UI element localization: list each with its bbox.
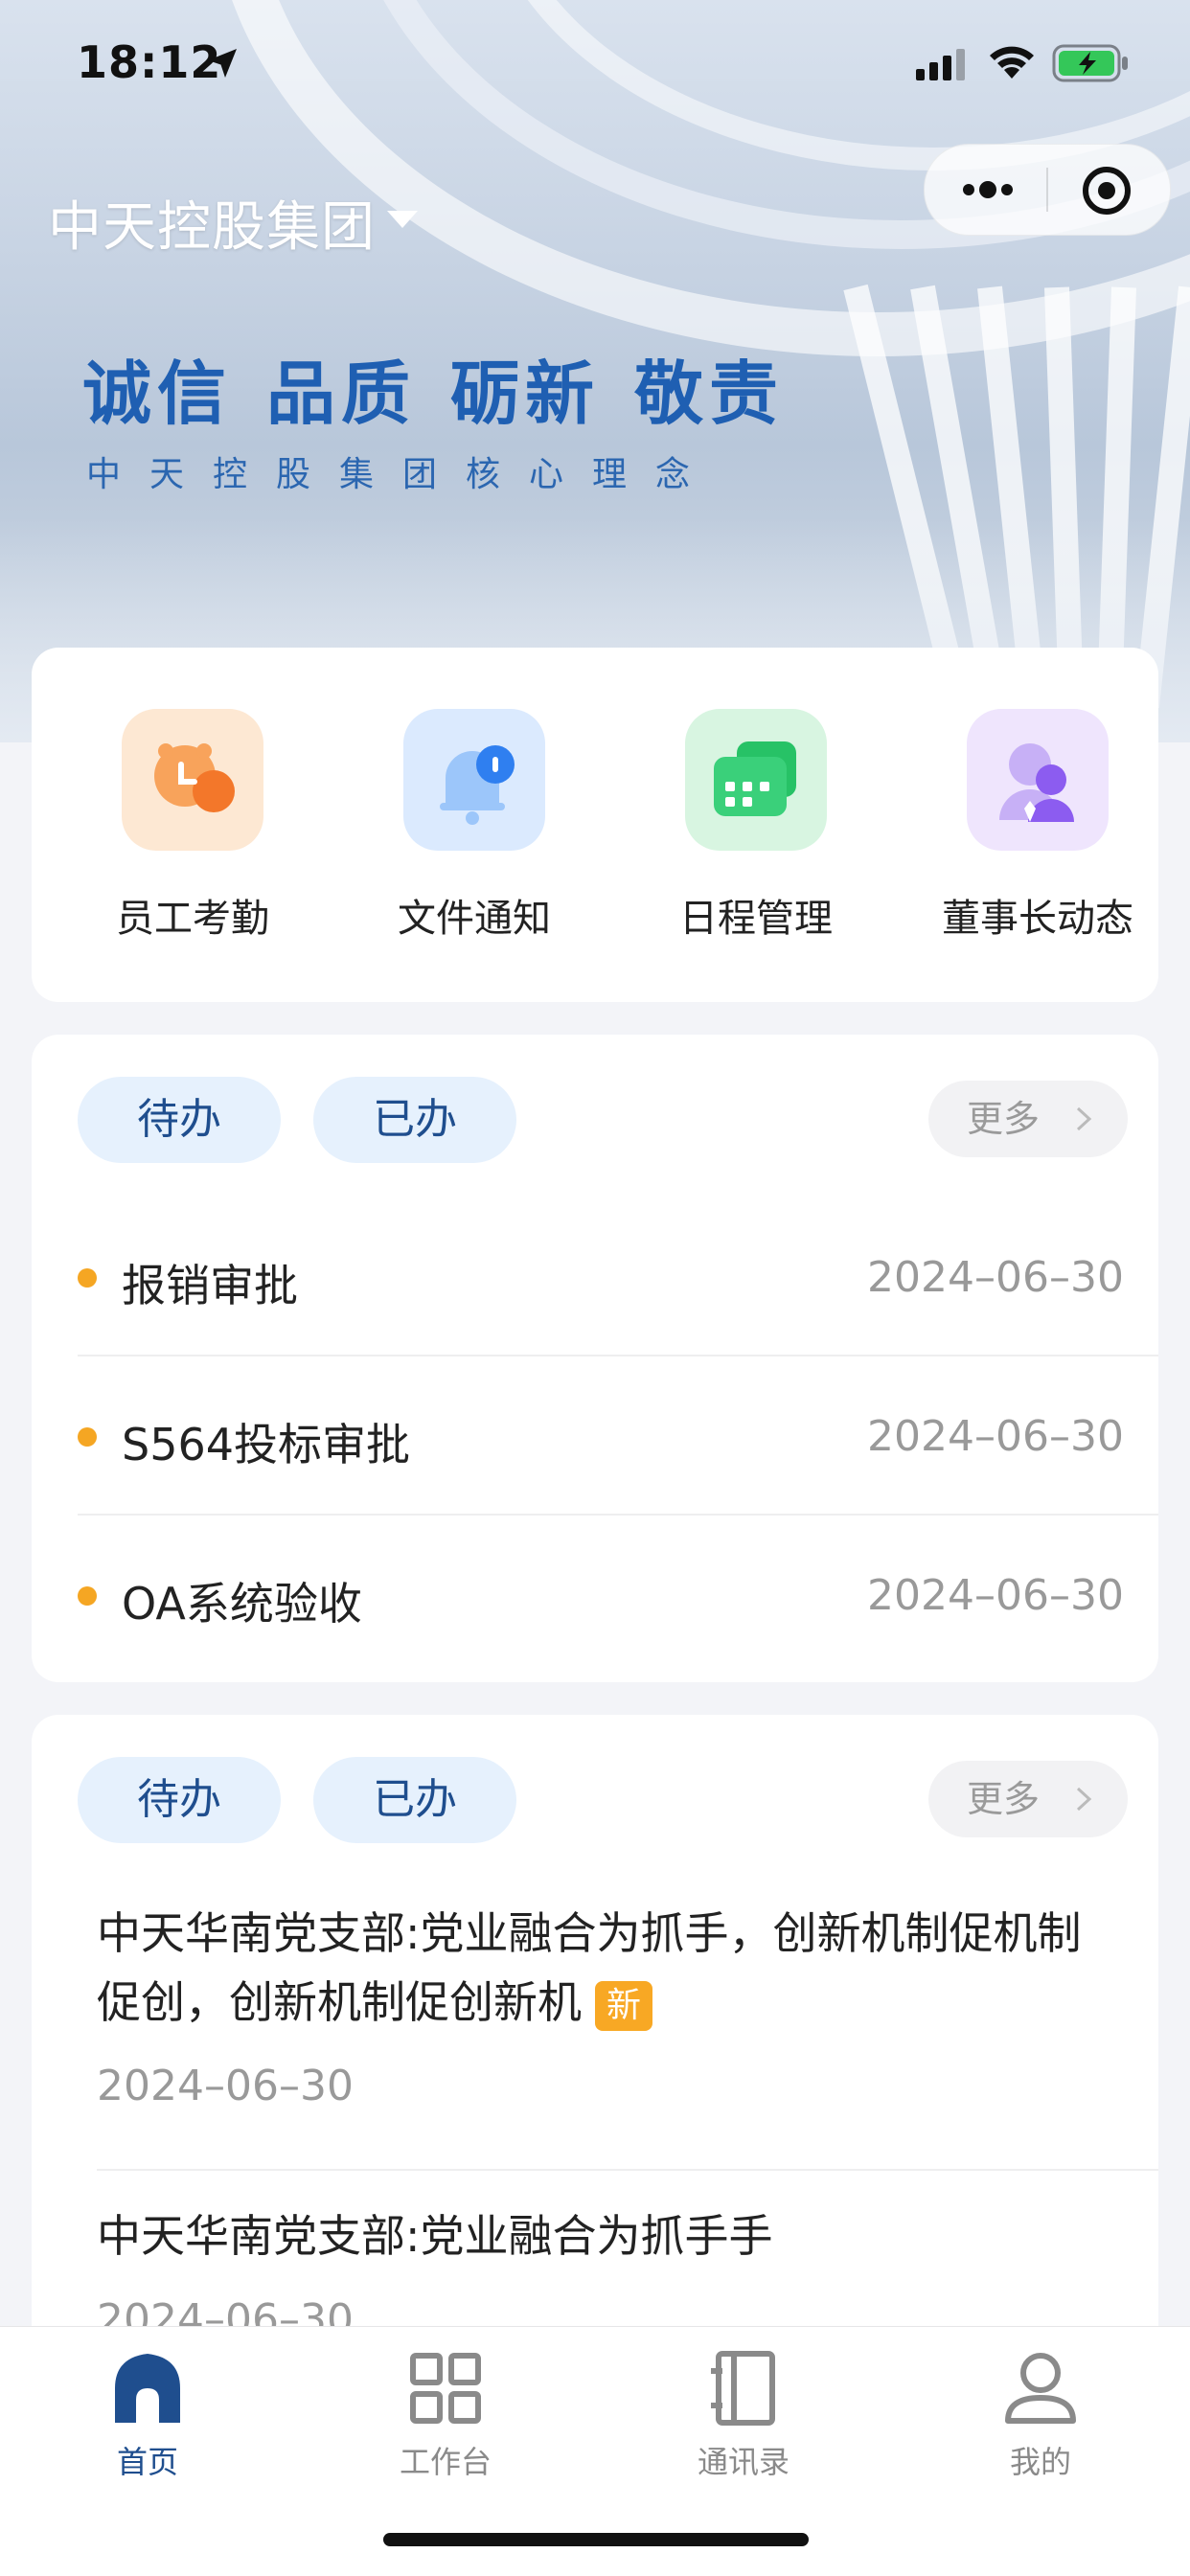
bullet-dot <box>78 1427 97 1447</box>
battery-charging-icon <box>1052 44 1128 82</box>
chevron-right-icon <box>1076 1106 1092 1131</box>
todo-date: 2024–06–30 <box>867 1571 1124 1620</box>
home-icon <box>115 2354 180 2423</box>
tab-done[interactable]: 已办 <box>313 1077 516 1163</box>
new-badge: 新 <box>595 1980 653 2031</box>
tab-me[interactable]: 我的 <box>945 2342 1136 2482</box>
bullet-dot <box>78 1586 97 1606</box>
news-title-text: 中天华南党支部:党业融合为抓手，创新机制促机制促创，创新机制促创新机 <box>97 1907 1082 2028</box>
todo-card: 待办 已办 更多 报销审批 2024–06–30 S564投标审批 2024–0… <box>32 1035 1158 1682</box>
slogan-word: 敬责 <box>634 353 785 434</box>
calendar-icon <box>685 709 827 851</box>
quick-link-label: 文件通知 <box>398 897 551 941</box>
more-label: 更多 <box>967 1098 1041 1140</box>
news-item[interactable]: 中天华南党支部:党业融合为抓手，创新机制促机制促创，创新机制促创新机新 2024… <box>97 1899 1124 2110</box>
close-target-icon[interactable] <box>1080 164 1133 217</box>
org-switcher-title[interactable]: 中天控股集团 <box>48 184 376 262</box>
quick-link-label: 董事长动态 <box>942 897 1133 941</box>
cellular-signal-icon <box>916 49 965 80</box>
quick-link-chairman-news[interactable]: 董事长动态 <box>932 709 1143 943</box>
tab-label: 工作台 <box>399 2444 492 2480</box>
tab-workbench[interactable]: 工作台 <box>350 2342 541 2482</box>
tab-label: 我的 <box>1009 2444 1071 2480</box>
status-time: 18:12 <box>77 36 222 88</box>
home-indicator <box>383 2533 809 2546</box>
miniprogram-capsule <box>924 144 1171 236</box>
more-button[interactable]: 更多 <box>928 1081 1128 1157</box>
quick-link-label: 员工考勤 <box>116 897 269 941</box>
quick-link-file-notice[interactable]: 文件通知 <box>369 709 580 943</box>
tab-home[interactable]: 首页 <box>52 2342 243 2482</box>
contacts-book-icon <box>711 2351 775 2426</box>
todo-item[interactable]: OA系统验收 2024–06–30 <box>78 1516 1158 1675</box>
slogan-word: 诚信 <box>82 353 233 434</box>
more-dots-icon[interactable] <box>959 173 1017 206</box>
wifi-icon <box>990 46 1034 79</box>
quick-link-schedule[interactable]: 日程管理 <box>651 709 861 943</box>
more-button[interactable]: 更多 <box>928 1761 1128 1837</box>
chevron-right-icon <box>1076 1787 1092 1812</box>
notification-bell-icon <box>403 709 545 851</box>
tab-label: 首页 <box>116 2444 178 2480</box>
tab-todo[interactable]: 待办 <box>78 1757 281 1843</box>
news-title: 中天华南党支部:党业融合为抓手手 <box>97 2210 773 2262</box>
slogan-word: 品质 <box>266 353 417 434</box>
user-icon <box>1005 2353 1076 2424</box>
location-arrow-icon <box>208 49 237 78</box>
more-label: 更多 <box>967 1778 1041 1820</box>
todo-title: OA系统验收 <box>122 1578 362 1630</box>
quick-link-attendance[interactable]: 员工考勤 <box>87 709 298 943</box>
slogan-subtitle: 中天控股集团核心理念 <box>86 455 720 494</box>
todo-title: S564投标审批 <box>122 1419 410 1470</box>
news-item[interactable]: 中天华南党支部:党业融合为抓手手 2024–06–30 <box>97 2201 1124 2344</box>
hero-banner: 18:12 中天控股集团 诚信 品质 砺新 敬责 中天控股集团核心理念 <box>0 0 1190 742</box>
todo-item[interactable]: 报销审批 2024–06–30 <box>78 1197 1158 1356</box>
quick-links-card: 员工考勤 文件通知 日程管理 董事长动态 <box>32 648 1158 1002</box>
news-date: 2024–06–30 <box>97 2062 354 2110</box>
tab-label: 通讯录 <box>697 2444 790 2480</box>
todo-item[interactable]: S564投标审批 2024–06–30 <box>78 1356 1158 1516</box>
divider <box>97 2169 1158 2171</box>
tab-contacts[interactable]: 通讯录 <box>648 2342 839 2482</box>
news-title: 中天华南党支部:党业融合为抓手，创新机制促机制促创，创新机制促创新机新 <box>97 1899 1124 2037</box>
todo-date: 2024–06–30 <box>867 1412 1124 1461</box>
tab-todo[interactable]: 待办 <box>78 1077 281 1163</box>
attendance-clock-icon <box>122 709 263 851</box>
bullet-dot <box>78 1268 97 1288</box>
person-icon <box>967 709 1109 851</box>
grid-icon <box>410 2353 481 2424</box>
todo-date: 2024–06–30 <box>867 1253 1124 1302</box>
todo-title: 报销审批 <box>122 1260 298 1311</box>
slogan-word: 砺新 <box>450 353 601 434</box>
caret-down-icon[interactable] <box>385 209 420 230</box>
quick-link-label: 日程管理 <box>679 897 833 941</box>
core-values-slogan: 诚信 品质 砺新 敬责 <box>82 337 818 438</box>
tab-done[interactable]: 已办 <box>313 1757 516 1843</box>
